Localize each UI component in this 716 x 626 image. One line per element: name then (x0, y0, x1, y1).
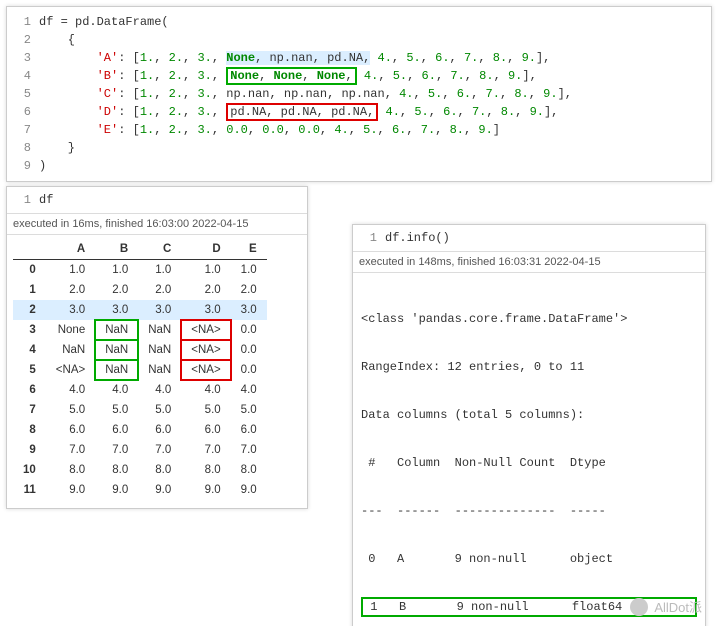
line-number: 4 (7, 67, 39, 85)
watermark: AllDot派 (630, 597, 702, 616)
info-output: <class 'pandas.core.frame.DataFrame'> Ra… (353, 273, 705, 626)
line-number: 9 (7, 157, 39, 175)
table-row: 108.08.08.08.08.0 (13, 460, 267, 480)
table-row: 23.03.03.03.03.0 (13, 300, 267, 320)
line-number: 3 (7, 49, 39, 67)
table-row: 3NoneNaNNaN<NA>0.0 (13, 320, 267, 340)
line-number: 2 (7, 31, 39, 49)
code-text: df = pd.DataFrame( (39, 15, 169, 29)
line-number: 8 (7, 139, 39, 157)
code-cell-construct-df[interactable]: 1df = pd.DataFrame( 2 { 3 'A': [1., 2., … (6, 6, 712, 182)
table-row: 119.09.09.09.09.0 (13, 480, 267, 500)
code-input[interactable]: df.info() (385, 231, 450, 245)
highlight-pdna-red: pd.NA, pd.NA, pd.NA, (226, 103, 378, 121)
code-text: 'D': [1., 2., 3., pd.NA, pd.NA, pd.NA, 4… (39, 103, 558, 121)
line-number: 1 (353, 229, 385, 247)
line-number: 7 (7, 121, 39, 139)
line-number: 6 (7, 103, 39, 121)
table-row: 97.07.07.07.07.0 (13, 440, 267, 460)
exec-status: executed in 16ms, finished 16:03:00 2022… (7, 214, 307, 235)
output-cell-df: 1df executed in 16ms, finished 16:03:00 … (6, 186, 308, 509)
code-text: } (39, 141, 75, 155)
code-text: 'C': [1., 2., 3., np.nan, np.nan, np.nan… (39, 87, 572, 101)
table-row: 4NaNNaNNaN<NA>0.0 (13, 340, 267, 360)
table-row: 86.06.06.06.06.0 (13, 420, 267, 440)
code-input[interactable]: df (39, 193, 53, 207)
code-text: 'E': [1., 2., 3., 0.0, 0.0, 0.0, 4., 5.,… (39, 123, 500, 137)
code-text: 'A': [1., 2., 3., None, np.nan, pd.NA, 4… (39, 51, 550, 65)
table-row: 12.02.02.02.02.0 (13, 280, 267, 300)
table-row: 01.01.01.01.01.0 (13, 260, 267, 281)
dataframe-table: ABCDE 01.01.01.01.01.012.02.02.02.02.023… (13, 239, 267, 500)
code-text: 'B': [1., 2., 3., None, None, None, 4., … (39, 67, 537, 85)
line-number: 5 (7, 85, 39, 103)
code-text: { (39, 33, 75, 47)
output-cell-dfinfo: 1df.info() executed in 148ms, finished 1… (352, 224, 706, 626)
table-row: 5<NA>NaNNaN<NA>0.0 (13, 360, 267, 380)
table-header: ABCDE (13, 239, 267, 260)
line-number: 1 (7, 191, 39, 209)
code-text: ) (39, 159, 46, 173)
table-row: 75.05.05.05.05.0 (13, 400, 267, 420)
table-row: 64.04.04.04.04.0 (13, 380, 267, 400)
line-number: 1 (7, 13, 39, 31)
watermark-icon (630, 598, 648, 616)
highlight-none-green: None, None, None, (226, 67, 356, 85)
exec-status: executed in 148ms, finished 16:03:31 202… (353, 252, 705, 273)
